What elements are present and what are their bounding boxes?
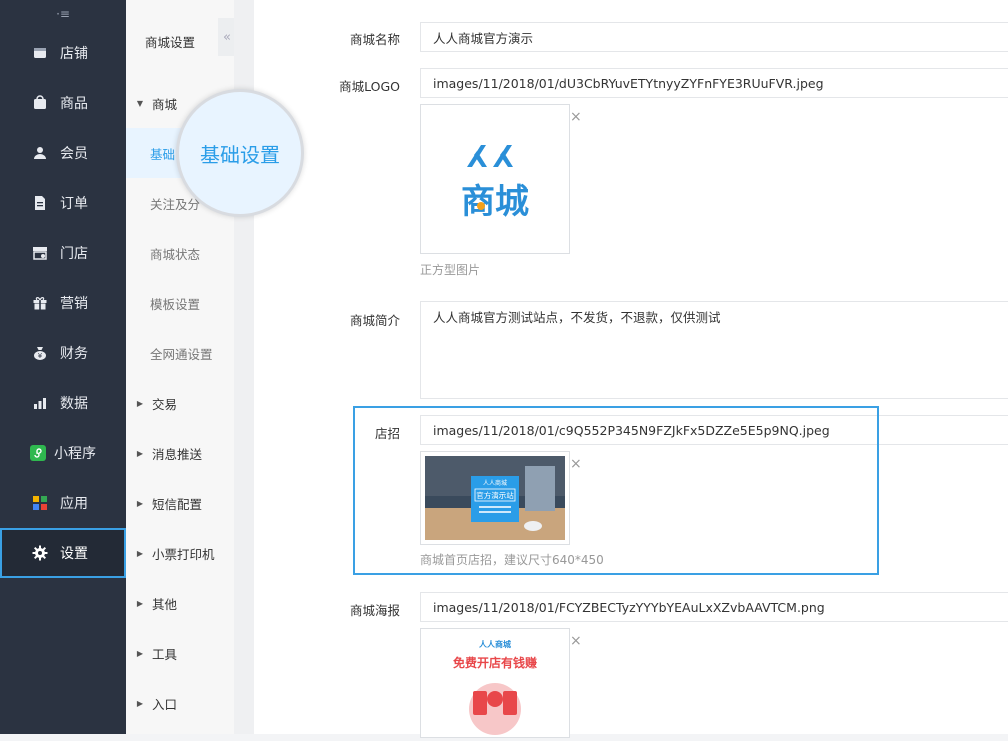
caret-down-icon: ▼ xyxy=(136,98,144,108)
store-icon xyxy=(32,45,48,61)
logo-hint: 正方型图片 xyxy=(420,263,481,277)
caret-right-icon: ▶ xyxy=(136,548,144,558)
mall-poster-label: 商城海报 xyxy=(349,603,400,618)
mall-name-label: 商城名称 xyxy=(349,32,400,47)
sidebar-item-label: 财务 xyxy=(60,346,88,362)
submenu-item-label: 消息推送 xyxy=(152,446,203,462)
logo-text: 商城 xyxy=(461,182,529,222)
sidebar-item-label: 设置 xyxy=(60,546,88,562)
sidebar-item-finance[interactable]: ¥ 财务 xyxy=(0,328,126,378)
submenu-item-label: 其他 xyxy=(152,596,178,612)
gear-icon xyxy=(32,545,48,561)
sidebar-item-label: 店铺 xyxy=(60,46,88,62)
caret-right-icon: ▶ xyxy=(136,398,144,408)
submenu-item-label: 小票打印机 xyxy=(152,546,215,562)
remove-logo-icon[interactable]: × xyxy=(570,110,582,124)
mall-poster-image: 人人商城 免费开店有钱赚 xyxy=(421,629,569,737)
poster-brand: 人人商城 xyxy=(479,639,511,649)
submenu-item-label: 模板设置 xyxy=(150,296,201,312)
submenu-title: 商城设置 xyxy=(145,35,196,50)
submenu-item-template[interactable]: 模板设置 xyxy=(126,278,234,328)
document-icon xyxy=(32,195,48,211)
submenu-item-label: 商城 xyxy=(152,96,178,112)
sidebar-item-label: 小程序 xyxy=(54,446,96,462)
mall-name-input[interactable]: 人人商城官方演示 xyxy=(420,22,1008,52)
shop-sign-highlight-box xyxy=(353,406,879,575)
mini-program-icon xyxy=(30,445,46,461)
submenu-group-entry[interactable]: ▶ 入口 xyxy=(126,678,234,728)
caret-right-icon: ▶ xyxy=(136,648,144,658)
money-bag-icon: ¥ xyxy=(32,345,48,361)
submenu-group-printer[interactable]: ▶ 小票打印机 xyxy=(126,528,234,578)
bar-chart-icon xyxy=(32,395,48,411)
sidebar-item-label: 订单 xyxy=(60,196,88,212)
mall-logo-path-input[interactable]: images/11/2018/01/dU3CbRYuvETYtnyyZYFnFY… xyxy=(420,68,1008,98)
submenu-item-label: 短信配置 xyxy=(152,496,203,512)
magnifier-callout: 基础设置 xyxy=(176,89,304,217)
mall-intro-textarea[interactable]: 人人商城官方测试站点，不发货，不退款，仅供测试 xyxy=(420,301,1008,399)
user-icon xyxy=(32,145,48,161)
sidebar-item-label: 门店 xyxy=(60,246,88,262)
gift-icon xyxy=(32,295,48,311)
caret-right-icon: ▶ xyxy=(136,598,144,608)
submenu-group-tools[interactable]: ▶ 工具 xyxy=(126,628,234,678)
submenu-group-message-push[interactable]: ▶ 消息推送 xyxy=(126,428,234,478)
mall-logo-label: 商城LOGO xyxy=(339,79,400,94)
double-chevron-left-icon: « xyxy=(223,29,231,45)
sidebar-item-goods[interactable]: 商品 xyxy=(0,78,126,128)
mall-intro-label: 商城简介 xyxy=(349,313,400,328)
submenu-item-label: 基础 xyxy=(150,146,176,162)
bag-icon xyxy=(32,95,48,111)
sidebar-item-settings[interactable]: 设置 xyxy=(0,528,132,578)
magnified-label: 基础设置 xyxy=(200,142,280,167)
submenu-group-trade[interactable]: ▶ 交易 xyxy=(126,378,234,428)
submenu-item-label: 商城状态 xyxy=(150,246,201,262)
sidebar-item-label: 数据 xyxy=(60,396,88,412)
sidebar-item-apps[interactable]: 应用 xyxy=(0,478,126,528)
sidebar-item-label: 商品 xyxy=(60,96,88,112)
sidebar-item-marketing[interactable]: 营销 xyxy=(0,278,126,328)
submenu-item-label: 全网通设置 xyxy=(150,346,213,362)
caret-right-icon: ▶ xyxy=(136,498,144,508)
submenu-item-label: 工具 xyxy=(152,646,178,662)
caret-right-icon: ▶ xyxy=(136,448,144,458)
sidebar-item-store[interactable]: 店铺 xyxy=(0,28,126,78)
sidebar-item-label: 营销 xyxy=(60,296,88,312)
apps-icon xyxy=(32,495,48,511)
sidebar-item-members[interactable]: 会员 xyxy=(0,128,126,178)
svg-text:¥: ¥ xyxy=(38,352,43,360)
sidebar-item-label: 会员 xyxy=(60,146,88,162)
mall-logo-image: 商城 xyxy=(461,145,529,222)
mall-poster-thumbnail: 人人商城 免费开店有钱赚 xyxy=(420,628,570,738)
submenu-item-mall-status[interactable]: 商城状态 xyxy=(126,228,234,278)
submenu-item-label: 入口 xyxy=(152,696,178,712)
sidebar-item-stores[interactable]: 门店 xyxy=(0,228,126,278)
mall-logo-thumbnail: 商城 xyxy=(420,104,570,254)
submenu-group-sms[interactable]: ▶ 短信配置 xyxy=(126,478,234,528)
poster-title: 免费开店有钱赚 xyxy=(453,655,537,670)
sidebar-item-data[interactable]: 数据 xyxy=(0,378,126,428)
shop-icon xyxy=(32,245,48,261)
sidebar-item-label: 应用 xyxy=(60,496,88,512)
submenu-group-other[interactable]: ▶ 其他 xyxy=(126,578,234,628)
sidebar-collapse-toggle[interactable]: ·≡ xyxy=(0,0,126,28)
caret-right-icon: ▶ xyxy=(136,698,144,708)
sidebar-item-miniprogram[interactable]: 小程序 xyxy=(0,428,126,478)
remove-poster-icon[interactable]: × xyxy=(570,634,582,648)
submenu-item-omnichannel[interactable]: 全网通设置 xyxy=(126,328,234,378)
sidebar-item-orders[interactable]: 订单 xyxy=(0,178,126,228)
menu-collapse-icon: ·≡ xyxy=(56,7,70,21)
submenu-item-label: 交易 xyxy=(152,396,178,412)
mall-poster-path-input[interactable]: images/11/2018/01/FCYZBECTyzYYYbYEAuLxXZ… xyxy=(420,592,1008,622)
